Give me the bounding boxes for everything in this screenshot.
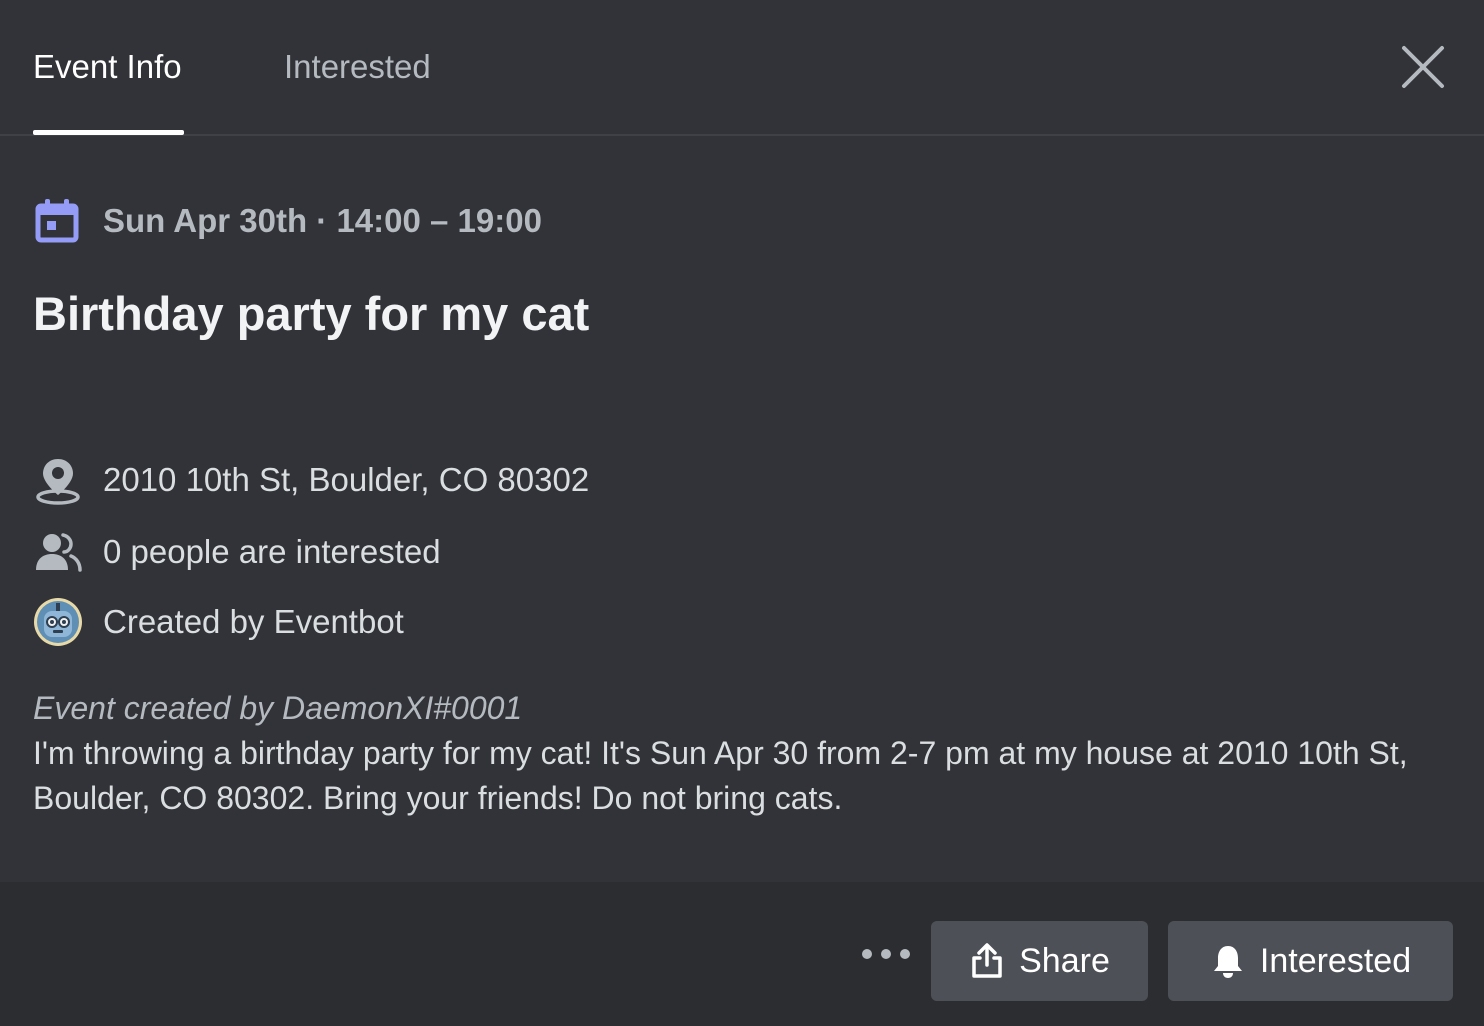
event-date-time: Sun Apr 30th · 14:00 – 19:00 [103,202,542,239]
interested-button[interactable]: Interested [1168,921,1453,1001]
share-icon [972,943,1002,978]
calendar-icon [35,199,79,243]
modal-footer: Share Interested [0,882,1484,1026]
bell-icon [1213,946,1242,978]
location-pin-icon [33,455,83,505]
people-icon [33,527,83,577]
event-location-row: 2010 10th St, Boulder, CO 80302 [33,452,589,508]
event-interested-count: 0 people are interested [103,533,441,570]
eventbot-avatar[interactable] [33,597,83,647]
event-description: Event created by DaemonXI#0001 I'm throw… [33,686,1443,821]
event-interested-row: 0 people are interested [33,524,441,580]
tab-event-info-label: Event Info [33,48,182,85]
close-icon [1402,46,1444,88]
more-dots-icon [881,949,891,959]
event-date-row: Sun Apr 30th · 14:00 – 19:00 [33,196,542,246]
more-dots-icon [862,949,872,959]
more-dots-icon [900,949,910,959]
close-button[interactable] [1398,42,1448,92]
event-title: Birthday party for my cat [33,287,590,340]
event-creator-row: Created by Eventbot [33,594,404,650]
event-modal: Event Info Interested Sun Apr 30th · 14:… [0,0,1484,1026]
event-created-by: Created by Eventbot [103,603,404,640]
tab-event-info[interactable]: Event Info [33,0,184,134]
event-location: 2010 10th St, Boulder, CO 80302 [103,461,590,498]
interested-button-label: Interested [1259,941,1412,980]
description-body: I'm throwing a birthday party for my cat… [33,735,1408,816]
active-tab-indicator [33,130,184,135]
tab-interested[interactable]: Interested [284,0,431,134]
description-credit: Event created by DaemonXI#0001 [33,690,523,726]
modal-header: Event Info Interested [0,0,1484,136]
more-options-button[interactable] [862,940,910,968]
share-button-label: Share [1019,941,1110,980]
share-button[interactable]: Share [931,921,1148,1001]
tab-interested-label: Interested [284,48,431,85]
